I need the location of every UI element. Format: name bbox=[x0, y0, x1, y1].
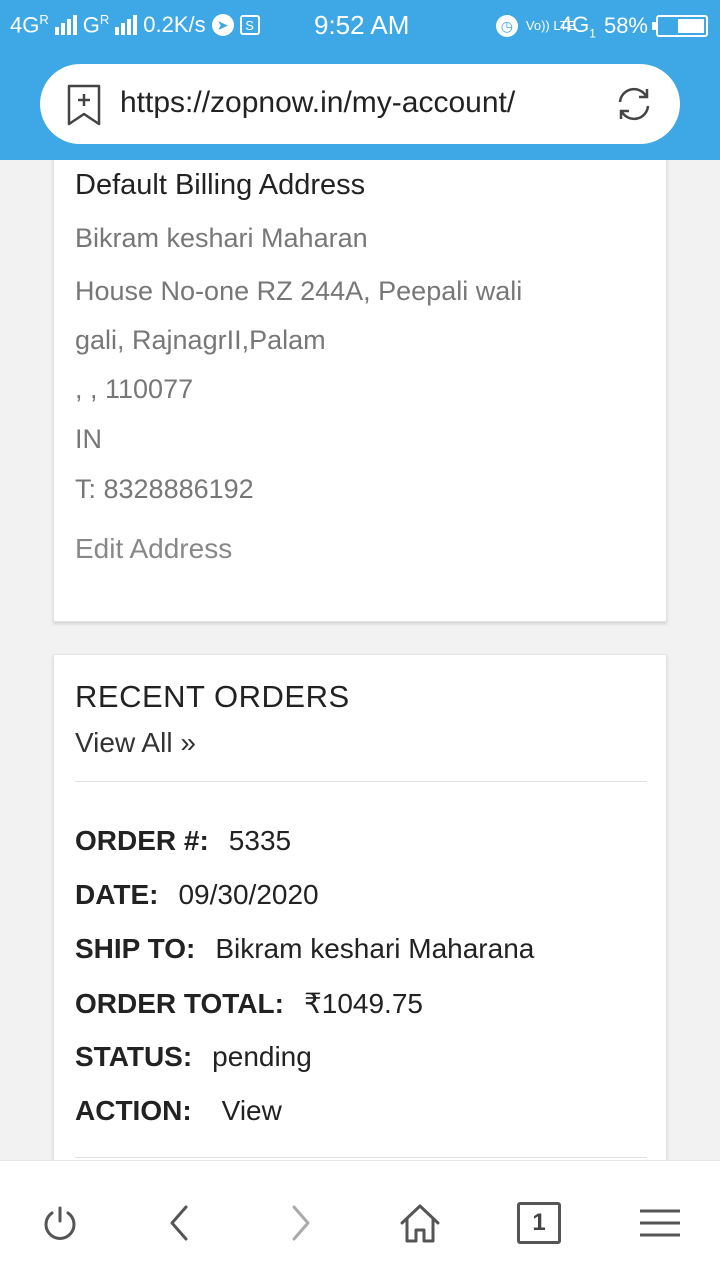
alarm-icon: ◷ bbox=[495, 15, 518, 38]
order-date-label: DATE: bbox=[75, 879, 159, 910]
view-order-link[interactable]: View bbox=[222, 1095, 282, 1126]
home-button[interactable] bbox=[398, 1201, 442, 1245]
order-status-label: STATUS: bbox=[75, 1041, 193, 1072]
network-type-3: 4G1 bbox=[559, 12, 596, 41]
ship-to-value: Bikram keshari Maharana bbox=[215, 933, 535, 964]
power-button[interactable] bbox=[38, 1201, 82, 1245]
power-icon bbox=[44, 1206, 76, 1240]
home-icon bbox=[400, 1204, 440, 1243]
battery-level bbox=[678, 19, 704, 34]
url-bar[interactable]: https://zopnow.in/my-account/ bbox=[40, 64, 680, 144]
order-date-value: 09/30/2020 bbox=[178, 879, 319, 910]
billing-line1: House No-one RZ 244A, Peepali wali bbox=[75, 276, 523, 306]
order-status-value: pending bbox=[212, 1041, 312, 1072]
tabs-button[interactable]: 1 bbox=[517, 1201, 561, 1245]
forward-button[interactable] bbox=[278, 1201, 322, 1245]
back-button[interactable] bbox=[158, 1201, 202, 1245]
billing-line3: , , 110077 bbox=[75, 374, 194, 404]
battery-percent: 58% bbox=[603, 13, 648, 39]
data-speed: 0.2K/s bbox=[143, 12, 206, 38]
browser-bottom-nav: 1 bbox=[0, 1160, 720, 1280]
chevron-right-icon bbox=[292, 1205, 310, 1241]
order-total-label: ORDER TOTAL: bbox=[75, 988, 284, 1019]
order-status-row: STATUS: pending bbox=[75, 1041, 312, 1073]
recent-orders-card: RECENT ORDERS View All » ORDER #: 5335 DA… bbox=[53, 654, 667, 1160]
divider bbox=[75, 781, 647, 782]
page-content: Default Billing Address Bikram keshari M… bbox=[0, 160, 720, 1160]
order-action-row: ACTION: View bbox=[75, 1095, 282, 1127]
url-text[interactable]: https://zopnow.in/my-account/ bbox=[120, 86, 515, 120]
network-type-1: 4GR bbox=[10, 12, 49, 38]
billing-address-card: Default Billing Address Bikram keshari M… bbox=[53, 160, 667, 622]
view-all-link[interactable]: View All » bbox=[75, 727, 196, 759]
divider bbox=[75, 1157, 647, 1158]
tab-count: 1 bbox=[517, 1202, 561, 1244]
billing-country: IN bbox=[75, 424, 102, 454]
order-number-label: ORDER #: bbox=[75, 825, 209, 856]
order-number-row: ORDER #: 5335 bbox=[75, 825, 291, 857]
app-notification-icon: S bbox=[239, 15, 260, 36]
volte-indicator: Vo)) LTE bbox=[525, 18, 577, 34]
signal-icon bbox=[54, 15, 77, 36]
menu-icon bbox=[640, 1209, 680, 1237]
network-type-2: GR bbox=[82, 12, 110, 38]
order-total-value: ₹1049.75 bbox=[303, 988, 423, 1019]
add-bookmark-icon[interactable] bbox=[66, 84, 102, 126]
menu-button[interactable] bbox=[638, 1201, 682, 1245]
billing-line2: gali, RajnagrII,Palam bbox=[75, 325, 326, 355]
order-total-row: ORDER TOTAL: ₹1049.75 bbox=[75, 987, 423, 1020]
order-action-label: ACTION: bbox=[75, 1095, 192, 1126]
recent-orders-heading: RECENT ORDERS bbox=[75, 679, 350, 714]
status-bar: 4GR GR 0.2K/s ➤ S 9:52 AM ◷ Vo)) LTE 4G1… bbox=[0, 0, 720, 50]
billing-heading: Default Billing Address bbox=[75, 169, 366, 201]
signal-icon-2 bbox=[115, 15, 138, 36]
reload-icon[interactable] bbox=[614, 84, 654, 124]
billing-name: Bikram keshari Maharan bbox=[75, 223, 368, 253]
battery-icon bbox=[652, 15, 708, 38]
clock: 9:52 AM bbox=[314, 10, 410, 40]
order-number-value: 5335 bbox=[228, 825, 292, 856]
edit-address-link[interactable]: Edit Address bbox=[75, 533, 232, 565]
browser-top-bar: 4GR GR 0.2K/s ➤ S 9:52 AM ◷ Vo)) LTE 4G1… bbox=[0, 0, 720, 160]
ship-to-label: SHIP TO: bbox=[75, 933, 196, 964]
ship-to-row: SHIP TO: Bikram keshari Maharana bbox=[75, 933, 534, 965]
telegram-icon: ➤ bbox=[211, 14, 234, 37]
billing-phone: T: 8328886192 bbox=[75, 474, 254, 504]
order-date-row: DATE: 09/30/2020 bbox=[75, 879, 319, 911]
chevron-left-icon bbox=[170, 1205, 188, 1241]
